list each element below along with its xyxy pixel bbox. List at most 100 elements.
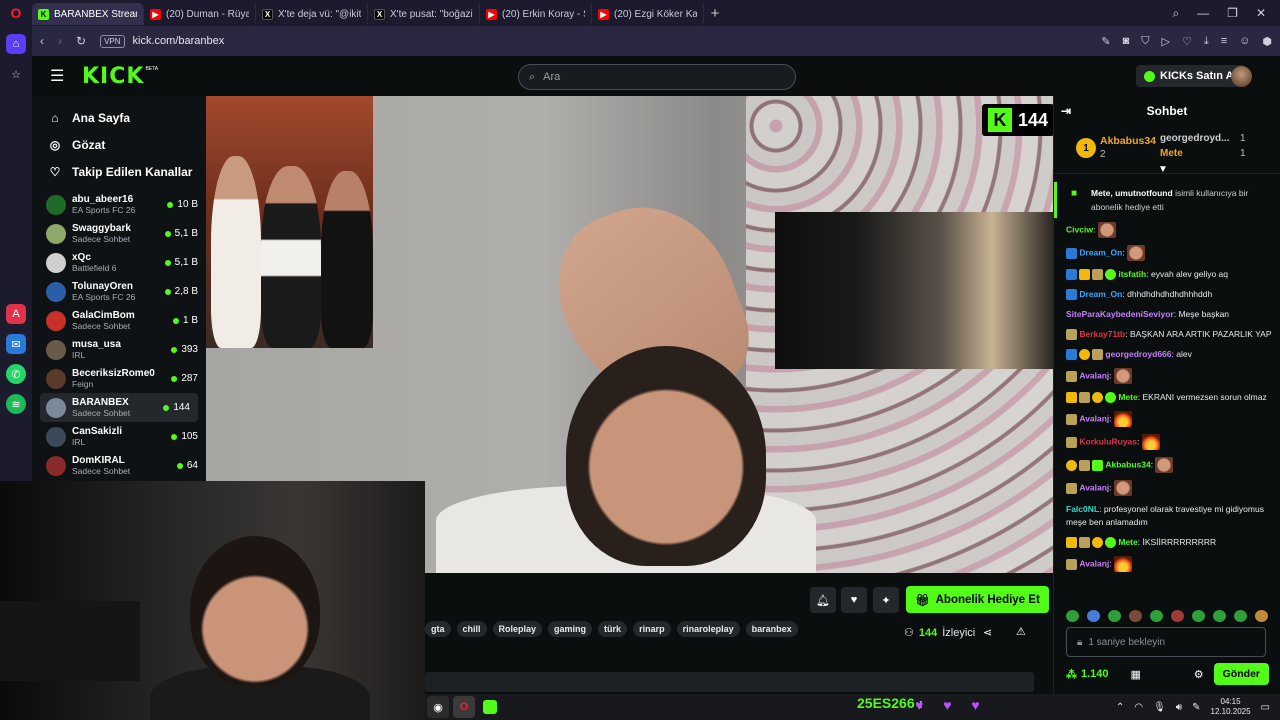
chat-username[interactable]: georgedroyd666 [1105, 349, 1171, 359]
minimize-icon[interactable]: — [1197, 6, 1209, 21]
kick-logo[interactable]: KICK [82, 64, 144, 89]
quick-emote-icon[interactable] [1108, 610, 1121, 622]
reload-icon[interactable]: ↻ [76, 34, 86, 48]
tag-baranbex[interactable]: baranbex [745, 621, 798, 637]
collapse-chat-icon[interactable]: ⇥ [1061, 104, 1071, 118]
whatsapp-icon[interactable]: ✆ [6, 364, 26, 384]
chat-username[interactable]: Akbabus34 [1105, 459, 1150, 469]
tag-gta[interactable]: gta [425, 621, 451, 637]
new-tab-button[interactable]: + [704, 2, 726, 24]
search-bar[interactable]: ⌕ Ara [518, 64, 796, 90]
app-icon[interactable]: A [6, 304, 26, 324]
tag-türk[interactable]: türk [598, 621, 628, 637]
tag-chill[interactable]: chill [456, 621, 487, 637]
kick-app-icon[interactable] [479, 696, 501, 718]
channel-item[interactable]: TolunayOren EA Sports FC 26 2,8 B [32, 277, 206, 306]
share-icon[interactable]: ⋖ [983, 626, 992, 639]
send-button[interactable]: Gönder [1213, 663, 1269, 685]
chat-username[interactable]: SiteParaKaybedeniSeviyor [1066, 309, 1174, 319]
back-icon[interactable]: ‹ [40, 34, 44, 48]
quick-emote-icon[interactable] [1213, 610, 1226, 622]
hamburger-menu-icon[interactable]: ☰ [50, 66, 74, 86]
microphone-icon[interactable]: 🎙︎ [1153, 702, 1166, 713]
star-icon[interactable]: ☆ [6, 64, 26, 84]
chat-username[interactable]: Avalanj [1079, 370, 1109, 380]
quick-emote-icon[interactable] [1234, 610, 1247, 622]
chat-settings-icon[interactable]: ⚙ [1194, 668, 1204, 681]
url-field[interactable]: kick.com/baranbex [133, 35, 225, 47]
chat-username[interactable]: Berkay71tb [1079, 329, 1125, 339]
leaderboard-second-name[interactable]: georgedroyd... [1160, 133, 1229, 144]
tab-x-pusat[interactable]: X X'te pusat: "boğaziçi ekon [368, 3, 480, 25]
tag-rinaroleplay[interactable]: rinaroleplay [676, 621, 740, 637]
opera-app-icon[interactable]: O [453, 696, 475, 718]
channel-item[interactable]: GalaCimBom Sadece Sohbet 1 B [32, 306, 206, 335]
channel-item[interactable]: CanSakizli IRL 105 [32, 422, 206, 451]
nav-browse[interactable]: ◎ Gözat [32, 131, 206, 158]
tab-duman[interactable]: ▶ (20) Duman - Rüyanda Gö [144, 3, 256, 25]
messenger-icon[interactable]: ✉ [6, 334, 26, 354]
notification-bell-icon[interactable]: 🔔︎ [810, 587, 836, 613]
tab-erkin-koray[interactable]: ▶ (20) Erkin Koray - Şaşkın | [480, 3, 592, 25]
opera-logo-icon[interactable]: O [0, 0, 32, 26]
chat-username[interactable]: Dream_On [1079, 247, 1122, 257]
chat-username[interactable]: Avalanj [1079, 413, 1109, 423]
chat-username[interactable]: Avalanj [1079, 482, 1109, 492]
channel-item[interactable]: BeceriksizRome0 Feign 287 [32, 364, 206, 393]
profile-icon[interactable]: ☺ [1239, 35, 1250, 48]
maximize-icon[interactable]: ❐ [1227, 6, 1238, 21]
chat-username[interactable]: Mete [1118, 537, 1137, 547]
volume-icon[interactable]: 🔊︎ [1176, 702, 1182, 713]
tab-ezgi-koker[interactable]: ▶ (20) Ezgi Köker Kara Tren ( [592, 3, 704, 25]
download-icon[interactable]: ⤓ [1204, 35, 1209, 48]
channel-item[interactable]: xQc Battlefield 6 5,1 B [32, 248, 206, 277]
quick-emote-icon[interactable] [1150, 610, 1163, 622]
clock[interactable]: 04:15 12.10.2025 [1211, 697, 1251, 717]
channel-item[interactable]: DomKIRAL Sadece Sohbet 64 [32, 451, 206, 480]
search-tabs-icon[interactable]: ⌕ [1172, 6, 1179, 21]
chat-username[interactable]: KorkuluRuyas [1079, 436, 1137, 446]
menu-icon[interactable]: ≡ [1221, 35, 1227, 48]
nav-following[interactable]: ♡ Takip Edilen Kanallar [32, 158, 206, 185]
gift-subscription-button[interactable]: 🎁︎ Abonelik Hediye Et [906, 586, 1049, 613]
follow-heart-icon[interactable]: ♥ [841, 587, 867, 613]
sparkle-icon[interactable]: ✦ [873, 587, 899, 613]
channel-item[interactable]: musa_usa IRL 393 [32, 335, 206, 364]
tab-x-dejavu[interactable]: X X'te deja vü: "@ikitakimlilik [256, 3, 368, 25]
heart-icon[interactable]: ♡ [1182, 35, 1192, 48]
play-icon[interactable]: ▷ [1162, 35, 1170, 48]
extension-icon[interactable]: ⬢ [1262, 35, 1272, 48]
report-icon[interactable]: ⚠ [1016, 625, 1026, 638]
tag-rinarp[interactable]: rinarp [633, 621, 671, 637]
chat-username[interactable]: Falc0NL [1066, 504, 1099, 514]
tab-baranbex[interactable]: K BARANBEX Stream - V [32, 3, 144, 25]
obs-app-icon[interactable]: ◉ [427, 696, 449, 718]
close-icon[interactable]: ✕ [1256, 6, 1266, 21]
spotify-icon[interactable]: ≋ [6, 394, 26, 414]
tag-gaming[interactable]: gaming [548, 621, 593, 637]
forward-icon[interactable]: › [58, 34, 62, 48]
expand-leaderboard-icon[interactable]: ▼ [1158, 164, 1168, 175]
tray-chevron-icon[interactable]: ⌃ [1116, 702, 1124, 713]
tag-roleplay[interactable]: Roleplay [492, 621, 543, 637]
quick-emote-icon[interactable] [1171, 610, 1184, 622]
chat-username[interactable]: Mete [1118, 392, 1137, 402]
channel-item[interactable]: Swaggybark Sadece Sohbet 5,1 B [32, 219, 206, 248]
chat-username[interactable]: itsfatih [1118, 269, 1146, 279]
chat-username[interactable]: Dream_On [1079, 289, 1122, 299]
buy-kicks-button[interactable]: KICKs Satın Al [1136, 65, 1245, 87]
notifications-icon[interactable]: ▭ [1261, 702, 1270, 713]
vpn-badge[interactable]: VPN [100, 34, 125, 48]
quick-emote-icon[interactable] [1192, 610, 1205, 622]
user-avatar[interactable] [1231, 66, 1252, 87]
camera-icon[interactable]: ◙ [1123, 35, 1130, 48]
leaderboard-third-name[interactable]: Mete [1160, 148, 1183, 159]
chat-username[interactable]: Civciw [1066, 224, 1093, 234]
channel-item[interactable]: abu_abeer16 EA Sports FC 26 10 B [32, 190, 206, 219]
quick-emote-icon[interactable] [1129, 610, 1142, 622]
quick-emote-icon[interactable] [1066, 610, 1079, 622]
edit-icon[interactable]: ✎ [1101, 35, 1110, 48]
channel-points[interactable]: ⁂ 1.140 [1066, 668, 1109, 681]
channel-item[interactable]: BARANBEX Sadece Sohbet 144 [40, 393, 198, 422]
wifi-icon[interactable]: ◠ [1134, 702, 1143, 713]
